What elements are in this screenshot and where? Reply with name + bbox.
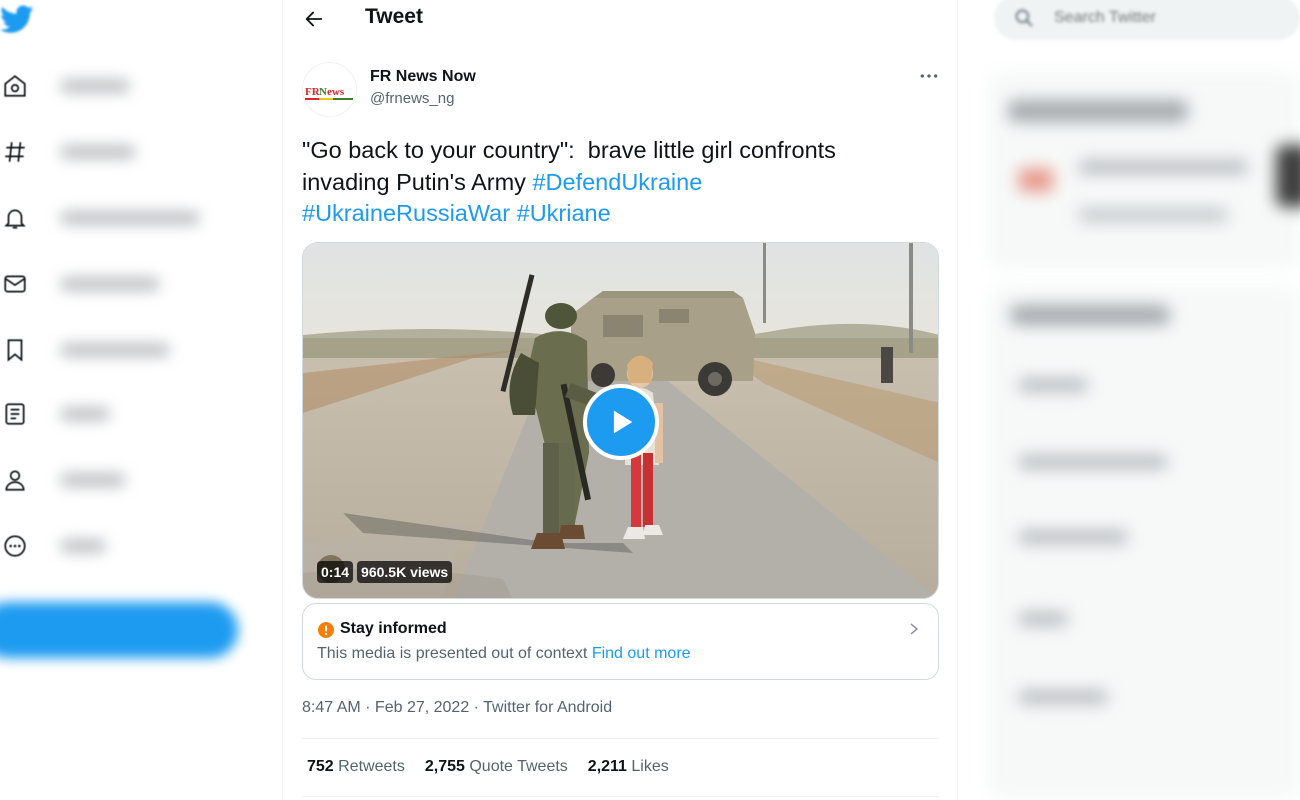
- video-player[interactable]: 0:14 960.5K views: [302, 242, 939, 599]
- tweet-time-link[interactable]: 8:47 AM: [302, 699, 361, 716]
- sidebar-text-placeholder: [1018, 690, 1108, 704]
- sidebar-text-placeholder: [1018, 455, 1168, 469]
- chevron-right-icon: [910, 623, 919, 635]
- sidebar-text-placeholder: [1078, 208, 1228, 222]
- left-navigation: [0, 0, 282, 800]
- more-options-button[interactable]: [915, 64, 943, 88]
- sidebar-text-placeholder: [1018, 378, 1088, 392]
- video-info-badges: 0:14 960.5K views: [317, 561, 453, 583]
- sidebar-heading-placeholder: [1008, 100, 1188, 122]
- avatar[interactable]: FR N ews: [302, 62, 357, 117]
- nav-item-home[interactable]: [0, 62, 270, 110]
- tweet-date-link[interactable]: Feb 27, 2022: [375, 699, 469, 716]
- tweet-text-line2: invading Putin's Army: [302, 168, 533, 195]
- notice-title: Stay informed: [340, 620, 447, 637]
- nav-item-bookmarks[interactable]: [0, 326, 270, 374]
- nav-item-more[interactable]: [0, 522, 270, 570]
- sidebar-thumbnail-placeholder: [1018, 168, 1054, 192]
- video-duration: 0:14: [317, 561, 354, 583]
- hashtag-icon: [0, 137, 30, 167]
- warning-icon: [318, 622, 334, 638]
- page-title: Tweet: [365, 5, 423, 28]
- author-name[interactable]: FR News Now: [370, 68, 476, 86]
- nav-item-lists[interactable]: [0, 390, 270, 438]
- play-icon: [613, 410, 633, 434]
- home-icon: [0, 71, 30, 101]
- tweet-stats: 752 Retweets 2,755 Quote Tweets 2,211 Li…: [307, 758, 669, 776]
- bell-icon: [0, 203, 30, 233]
- author-handle[interactable]: @frnews_ng: [370, 90, 454, 107]
- likes-count: 2,211: [587, 758, 627, 775]
- list-icon: [0, 399, 30, 429]
- right-sidebar: [958, 0, 1300, 800]
- likes-stat[interactable]: 2,211 Likes: [588, 758, 669, 776]
- tweet-detail-column: Tweet FR N ews FR News Now @frnews_ng "G…: [282, 0, 958, 800]
- back-button[interactable]: [299, 4, 329, 34]
- twitter-bird-icon[interactable]: [0, 2, 34, 36]
- bookmark-icon: [0, 335, 30, 365]
- retweets-label: Retweets: [338, 758, 405, 775]
- search-bar[interactable]: [994, 0, 1300, 40]
- svg-text:N: N: [319, 86, 327, 98]
- envelope-icon: [0, 269, 30, 299]
- find-out-more-link[interactable]: Find out more: [592, 645, 691, 662]
- likes-label: Likes: [631, 758, 669, 775]
- sidebar-text-placeholder: [1078, 160, 1248, 174]
- notice-description-text: This media is presented out of context: [317, 645, 588, 662]
- hashtag-link-defendukraine[interactable]: #DefendUkraine: [532, 169, 702, 195]
- tweet-text: "Go back to your country": brave little …: [302, 135, 942, 230]
- view-count: 960.5K views: [357, 561, 453, 583]
- sidebar-text-placeholder: [1018, 612, 1068, 626]
- quote-tweets-stat[interactable]: 2,755 Quote Tweets: [425, 758, 568, 776]
- retweets-stat[interactable]: 752 Retweets: [307, 758, 405, 776]
- play-button[interactable]: [583, 384, 659, 460]
- tweet-source-link[interactable]: Twitter for Android: [483, 699, 612, 716]
- notice-description: This media is presented out of context F…: [317, 645, 691, 663]
- hashtag-link-ukriane[interactable]: #Ukriane: [517, 200, 611, 226]
- sidebar-image-placeholder: [1276, 145, 1300, 207]
- divider: [302, 738, 939, 739]
- nav-item-explore[interactable]: [0, 128, 270, 176]
- quote-tweets-label: Quote Tweets: [469, 758, 568, 775]
- stay-informed-notice[interactable]: Stay informed This media is presented ou…: [302, 603, 939, 680]
- arrow-left-icon: [305, 11, 323, 27]
- divider: [302, 796, 939, 797]
- nav-item-messages[interactable]: [0, 260, 270, 308]
- quote-tweets-count: 2,755: [424, 758, 465, 775]
- nav-item-profile[interactable]: [0, 456, 270, 504]
- sidebar-heading-placeholder: [1010, 305, 1170, 325]
- sidebar-text-placeholder: [1018, 530, 1128, 544]
- meta-separator: ·: [360, 699, 375, 716]
- svg-text:ews: ews: [327, 86, 345, 98]
- search-input[interactable]: [1054, 9, 1254, 27]
- retweets-count: 752: [307, 758, 334, 775]
- nav-item-notifications[interactable]: [0, 194, 270, 242]
- search-icon: [1015, 9, 1033, 27]
- compose-tweet-button[interactable]: [0, 602, 238, 658]
- tweet-timestamp: 8:47 AM · Feb 27, 2022 · Twitter for And…: [302, 699, 612, 717]
- more-circle-icon: [0, 531, 30, 561]
- hashtag-link-ukrainerussiawar[interactable]: #UkraineRussiaWar: [302, 200, 510, 226]
- frnews-logo-icon: FR N ews: [304, 86, 353, 100]
- ellipsis-icon: [920, 74, 938, 78]
- tweet-text-line1: "Go back to your country": brave little …: [302, 137, 836, 163]
- meta-separator: ·: [469, 699, 484, 716]
- page-header: Tweet: [283, 0, 957, 38]
- profile-icon: [0, 465, 30, 495]
